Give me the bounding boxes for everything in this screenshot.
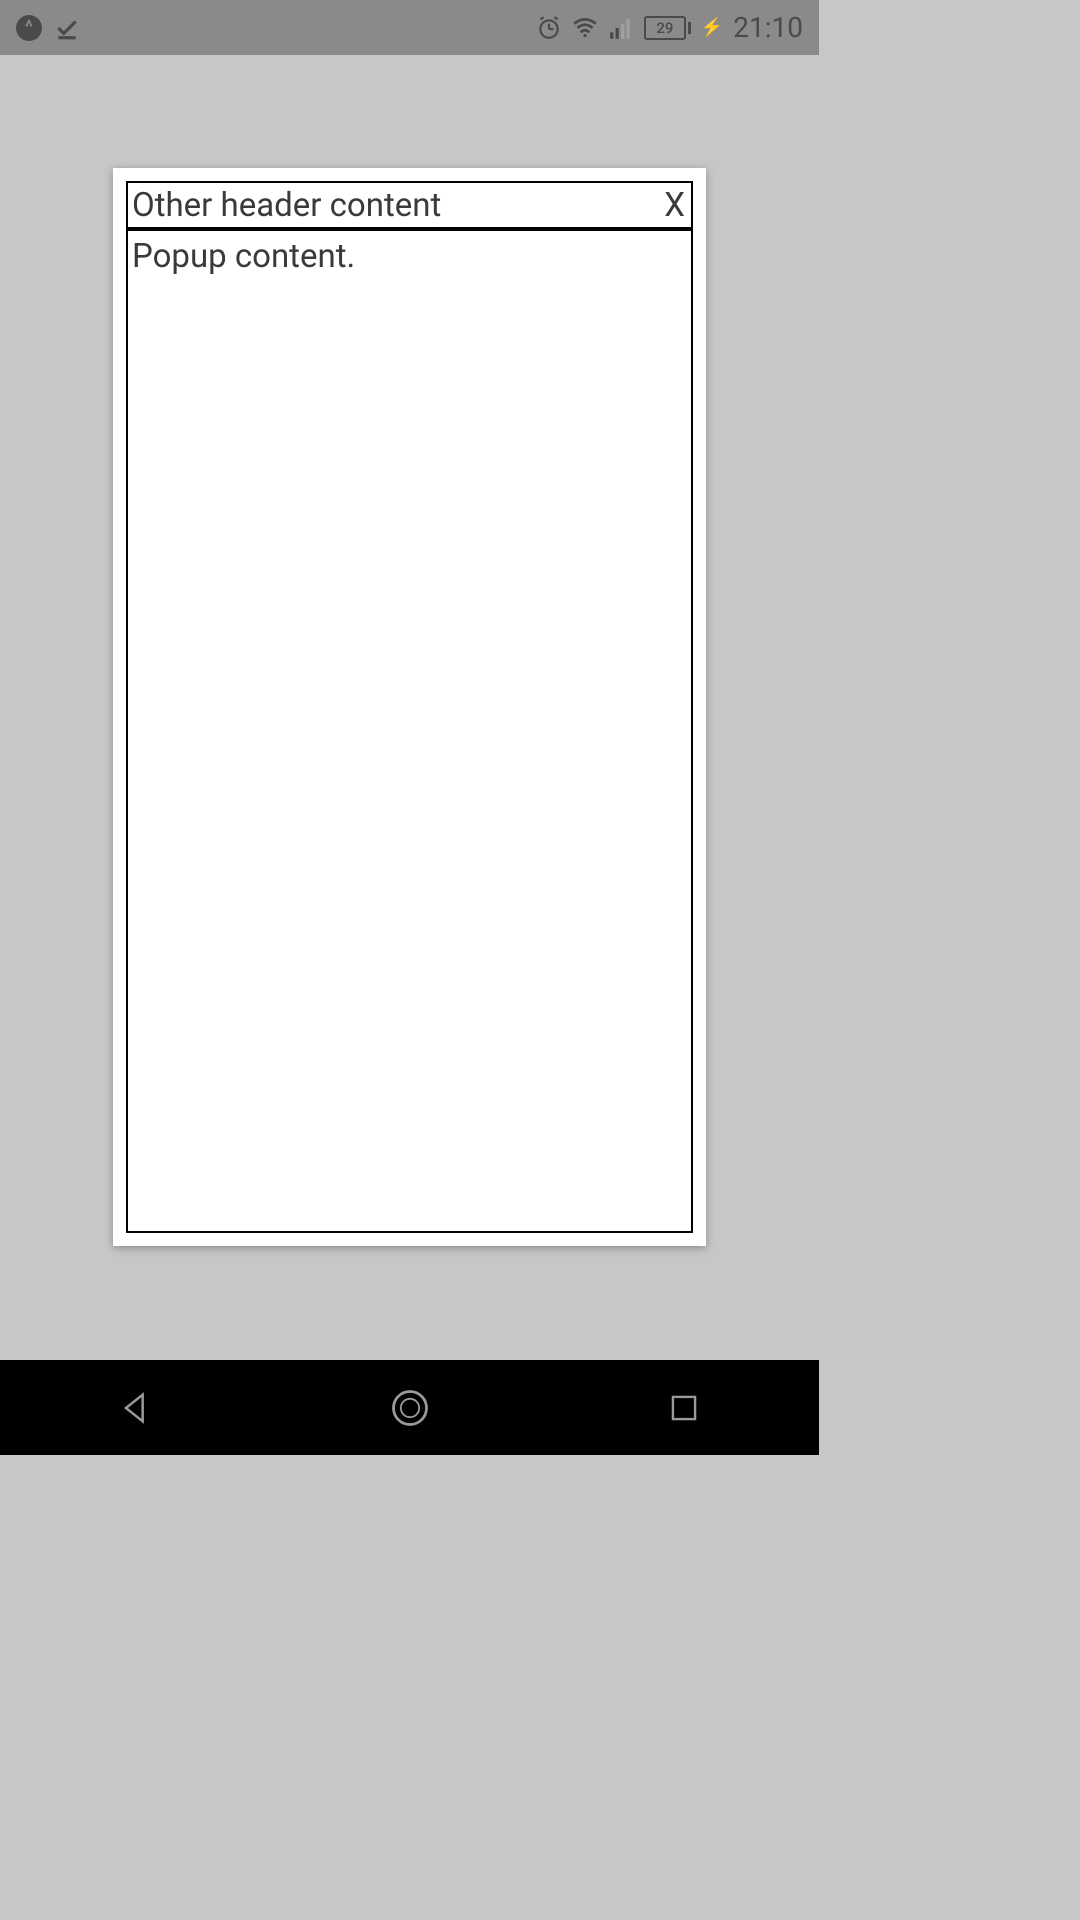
- download-check-icon: [54, 15, 80, 41]
- popup-header: Other header content X: [128, 183, 691, 231]
- nav-recent-button[interactable]: [665, 1389, 703, 1427]
- status-bar-right: 29 ⚡ 21:10: [536, 11, 803, 44]
- nav-back-button[interactable]: [116, 1388, 156, 1428]
- popup-title: Other header content: [132, 186, 441, 225]
- wifi-icon: [572, 15, 598, 41]
- status-bar: ^: [0, 0, 819, 55]
- status-bar-left: ^: [16, 15, 80, 41]
- status-time: 21:10: [733, 11, 803, 44]
- navigation-bar: [0, 1360, 819, 1455]
- popup-inner: Other header content X Popup content.: [126, 181, 693, 1233]
- nav-home-button[interactable]: [388, 1386, 432, 1430]
- battery-indicator: 29: [644, 16, 691, 40]
- popup-dialog: Other header content X Popup content.: [113, 168, 706, 1246]
- signal-icon: [608, 15, 634, 41]
- popup-body: Popup content.: [128, 231, 691, 1231]
- charging-icon: ⚡: [701, 17, 723, 38]
- popup-content-text: Popup content.: [132, 237, 687, 276]
- alarm-icon: [536, 15, 562, 41]
- app-badge-icon: ^: [16, 15, 42, 41]
- close-button[interactable]: X: [662, 186, 687, 225]
- battery-level: 29: [644, 16, 686, 40]
- battery-tip: [688, 22, 691, 34]
